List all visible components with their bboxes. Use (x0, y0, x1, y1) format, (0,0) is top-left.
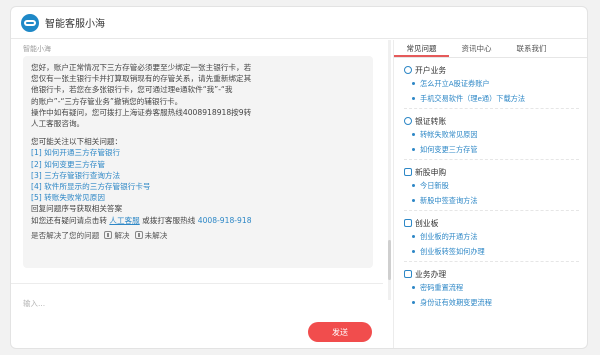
faq-link-label: 怎么开立A股证券账户 (420, 78, 490, 88)
human-agent-link[interactable]: 人工客服 (109, 216, 139, 225)
section-bank-transfer: 银证转账 转帐失败常见原因 如何变更三方存管 (394, 115, 587, 160)
reply-hint: 回复问题序号获取相关答案 (31, 204, 123, 214)
faq-link[interactable]: 今日新股 (404, 178, 587, 193)
related-question-link[interactable]: [1] 如何开通三方存管银行 (31, 147, 365, 158)
section-title: 创业板 (415, 218, 439, 228)
feedback-question: 是否解决了您的问题 (31, 230, 100, 240)
section-account-opening: 开户业务 怎么开立A股证券账户 手机交易软件（理e通）下载方法 (394, 64, 587, 109)
bullet-icon (412, 235, 415, 238)
faq-link[interactable]: 新股中签查询方法 (404, 193, 587, 208)
contact-line: 如您还有疑问请点击转 人工客服 或拨打客服热线 4008-918-918 (31, 215, 365, 226)
chat-scrollbar[interactable] (388, 40, 391, 300)
composer: 发送 (11, 283, 383, 348)
related-question-link[interactable]: [5] 转账失败常见原因 (31, 192, 365, 203)
section-title: 新股申购 (415, 167, 447, 177)
message-line: 人工客服咨询。 (31, 119, 85, 129)
message-bubble: 您好，账户正常情况下三方存管必须要至少绑定一张主银行卡，若 您仅有一张主银行卡并… (23, 56, 373, 268)
bullet-icon (412, 301, 415, 304)
faq-link-label: 密码重置流程 (420, 282, 464, 292)
unsolved-label: 未解决 (144, 230, 168, 240)
section-business: 业务办理 密码重置流程 身份证有效期变更流程 (394, 268, 587, 310)
user-icon (404, 66, 412, 74)
message-line: 您好，账户正常情况下三方存管必须要至少绑定一张主银行卡，若 (31, 63, 252, 72)
chat-area: 智能小海 您好，账户正常情况下三方存管必须要至少绑定一张主银行卡，若 您仅有一张… (11, 40, 383, 275)
solved-label: 解决 (114, 230, 130, 240)
header: 智能客服小海 (11, 7, 587, 39)
faq-link-label: 身份证有效期变更流程 (420, 297, 492, 307)
unsolved-button[interactable]: 未解决 (134, 230, 168, 241)
faq-link-label: 创业板转签如何办理 (420, 246, 485, 256)
sidebar: 常见问题 资讯中心 联系我们 开户业务 怎么开立A股证券账户 手机交易软件（理e… (393, 40, 587, 348)
faq-link[interactable]: 创业板的开通方法 (404, 229, 587, 244)
message-input[interactable] (23, 296, 303, 310)
faq-link[interactable]: 怎么开立A股证券账户 (404, 76, 587, 91)
message-line: 的账户”-“三方存管业务”撤销您的辅银行卡。 (31, 96, 183, 106)
faq-link[interactable]: 创业板转签如何办理 (404, 244, 587, 259)
bullet-icon (412, 148, 415, 151)
section-gem-board: 创业板 创业板的开通方法 创业板转签如何办理 (394, 217, 587, 262)
section-ipo-subscription: 新股申购 今日新股 新股中签查询方法 (394, 166, 587, 211)
faq-link-label: 新股中签查询方法 (420, 195, 478, 205)
tab-faq[interactable]: 常见问题 (394, 40, 449, 57)
chat-window: 智能客服小海 智能小海 您好，账户正常情况下三方存管必须要至少绑定一张主银行卡，… (10, 6, 588, 349)
section-title: 开户业务 (415, 65, 447, 75)
sidebar-tabs: 常见问题 资讯中心 联系我们 (394, 40, 587, 58)
faq-link[interactable]: 转帐失败常见原因 (404, 127, 587, 142)
faq-link-label: 今日新股 (420, 180, 449, 190)
thumbs-up-icon (104, 231, 113, 240)
faq-link[interactable]: 密码重置流程 (404, 280, 587, 295)
faq-link[interactable]: 如何变更三方存管 (404, 142, 587, 157)
bullet-icon (412, 97, 415, 100)
faq-link[interactable]: 身份证有效期变更流程 (404, 295, 587, 310)
tab-contact[interactable]: 联系我们 (504, 40, 559, 57)
related-question-link[interactable]: [3] 三方存管银行查询方法 (31, 170, 365, 181)
section-title: 银证转账 (415, 116, 447, 126)
message-line: 操作中如有疑问，您可拨打上海证券客服热线4008918918按9转 (31, 107, 252, 117)
bullet-icon (412, 184, 415, 187)
feedback-row: 是否解决了您的问题 解决 未解决 (31, 230, 365, 241)
faq-link-label: 手机交易软件（理e通）下载方法 (420, 93, 526, 103)
stock-icon (404, 168, 412, 176)
faq-link-label: 如何变更三方存管 (420, 144, 478, 154)
tabs-spacer (559, 40, 587, 57)
sender-name: 智能小海 (23, 45, 51, 53)
bullet-icon (412, 199, 415, 202)
bullet-icon (412, 133, 415, 136)
header-title: 智能客服小海 (45, 19, 105, 30)
contact-prefix: 如您还有疑问请点击转 (31, 215, 107, 225)
hotline-number: 4008-918-918 (197, 215, 252, 225)
related-question-link[interactable]: [4] 软件所显示的三方存管银行卡号 (31, 181, 365, 192)
send-button[interactable]: 发送 (308, 322, 372, 342)
bullet-icon (412, 286, 415, 289)
faq-link[interactable]: 手机交易软件（理e通）下载方法 (404, 91, 587, 106)
tab-news[interactable]: 资讯中心 (449, 40, 504, 57)
thumbs-down-icon (134, 231, 143, 240)
faq-link-label: 转帐失败常见原因 (420, 129, 478, 139)
assistant-logo-icon (21, 13, 39, 32)
exchange-icon (404, 117, 412, 125)
chat-scrollbar-thumb[interactable] (388, 240, 391, 280)
faq-link-label: 创业板的开通方法 (420, 231, 478, 241)
related-prompt: 您可能关注以下相关问题： (31, 137, 123, 147)
briefcase-icon (404, 270, 412, 278)
message-line: 您仅有一张主银行卡并打算取销现有的存管关系，请先重新绑定其 (31, 74, 252, 84)
solved-button[interactable]: 解决 (104, 230, 130, 241)
related-question-link[interactable]: [2] 如何变更三方存管 (31, 159, 365, 170)
message-line: 他银行卡，若您在多张银行卡，您可通过理e通软件“我”-“我 (31, 85, 233, 95)
section-title: 业务办理 (415, 269, 447, 279)
board-icon (404, 219, 412, 227)
bullet-icon (412, 250, 415, 253)
bullet-icon (412, 82, 415, 85)
contact-mid: 或拨打客服热线 (142, 215, 196, 225)
